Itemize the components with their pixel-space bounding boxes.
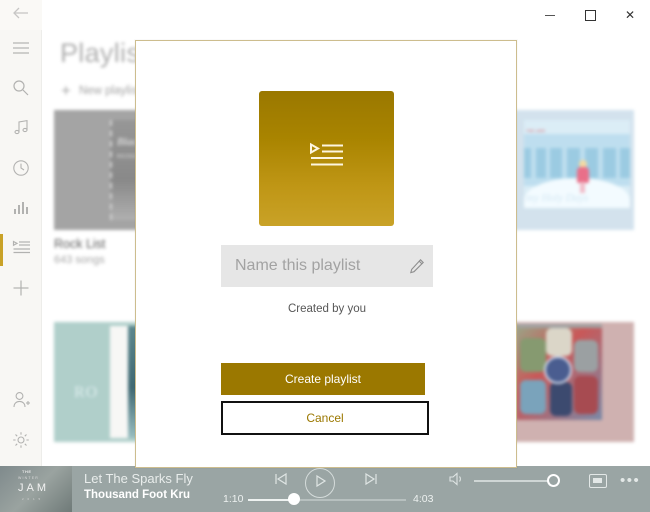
window-controls: ✕ bbox=[530, 0, 650, 30]
player-bar: THE WINTER JAM 2 0 1 5 Let The Sparks Fl… bbox=[0, 466, 650, 512]
volume-slider-knob[interactable] bbox=[547, 474, 560, 487]
playlist-card-group[interactable] bbox=[514, 322, 634, 442]
album-art-line-main: JAM bbox=[18, 482, 49, 494]
clock-icon bbox=[12, 159, 30, 182]
sidebar-item-settings[interactable] bbox=[0, 422, 42, 462]
album-art: THE LAKE my Holy Days bbox=[514, 110, 634, 230]
gear-icon bbox=[12, 431, 30, 454]
sidebar-item-my-music[interactable] bbox=[0, 110, 42, 150]
create-playlist-dialog: Name this playlist Created by you Create… bbox=[135, 40, 517, 468]
cast-device-icon[interactable] bbox=[589, 474, 607, 488]
seek-slider-fill bbox=[248, 499, 292, 501]
playlist-icon bbox=[309, 142, 345, 175]
cancel-button[interactable]: Cancel bbox=[221, 401, 429, 435]
sidebar-item-now-playing[interactable] bbox=[0, 190, 42, 230]
now-playing-artist: Thousand Foot Kru bbox=[84, 489, 191, 501]
play-icon bbox=[314, 474, 327, 493]
skater-figure bbox=[576, 160, 590, 194]
sidebar-item-search[interactable] bbox=[0, 70, 42, 110]
music-note-icon bbox=[13, 119, 30, 141]
playlist-name-input[interactable]: Name this playlist bbox=[221, 245, 433, 287]
title-bar: ✕ bbox=[0, 0, 650, 30]
create-playlist-button[interactable]: Create playlist bbox=[221, 363, 425, 395]
more-options-icon[interactable]: ••• bbox=[620, 473, 640, 488]
pencil-edit-icon[interactable] bbox=[407, 256, 427, 276]
album-art-line-sub: WINTER bbox=[18, 476, 40, 480]
playlist-thumbnail[interactable] bbox=[259, 91, 394, 226]
music-app-window: Playlist + New playlist Black REDEEM THE… bbox=[0, 0, 650, 512]
created-by-label: Created by you bbox=[288, 303, 366, 315]
sidebar-item-recent[interactable] bbox=[0, 150, 42, 190]
plus-icon bbox=[12, 279, 30, 302]
sidebar-item-new-playlist[interactable] bbox=[0, 270, 42, 310]
album-art-line-foot: 2 0 1 5 bbox=[22, 497, 42, 501]
person-add-icon bbox=[12, 391, 31, 414]
album-art-text-primary: THE LAKE bbox=[526, 128, 546, 133]
seek-slider-knob[interactable] bbox=[288, 493, 300, 505]
minimize-button[interactable] bbox=[530, 0, 570, 30]
volume-icon bbox=[448, 471, 466, 491]
equalizer-icon bbox=[12, 201, 30, 220]
album-art-text-primary: RO bbox=[74, 384, 99, 401]
now-playing-title: Let The Sparks Fly bbox=[84, 471, 193, 486]
back-arrow-icon bbox=[12, 6, 30, 25]
sidebar-item-menu[interactable] bbox=[0, 30, 42, 70]
play-button[interactable] bbox=[305, 468, 335, 498]
close-button[interactable]: ✕ bbox=[610, 0, 650, 30]
playlist-icon bbox=[12, 240, 31, 260]
next-track-icon bbox=[363, 472, 379, 491]
previous-track-icon bbox=[273, 472, 289, 491]
album-art-text-secondary: my Holy Days bbox=[526, 192, 589, 204]
back-button[interactable] bbox=[0, 0, 42, 30]
new-playlist-button[interactable]: + New playlist bbox=[61, 82, 140, 99]
sidebar-item-account[interactable] bbox=[0, 382, 42, 422]
playlist-card-winter[interactable]: THE LAKE my Holy Days bbox=[514, 110, 634, 230]
volume-button[interactable] bbox=[448, 471, 466, 491]
maximize-button[interactable] bbox=[570, 0, 610, 30]
now-playing-album-art[interactable]: THE WINTER JAM 2 0 1 5 bbox=[0, 466, 72, 512]
album-art bbox=[514, 322, 634, 442]
total-time: 4:03 bbox=[413, 493, 434, 505]
sidebar bbox=[0, 0, 42, 466]
hamburger-menu-icon bbox=[12, 41, 30, 60]
album-art-line-top: THE bbox=[22, 469, 32, 474]
elapsed-time: 1:10 bbox=[223, 493, 244, 505]
search-icon bbox=[12, 79, 30, 102]
previous-track-button[interactable] bbox=[272, 472, 290, 490]
new-playlist-label: New playlist bbox=[78, 84, 141, 97]
playlist-name-placeholder: Name this playlist bbox=[235, 257, 361, 274]
next-track-button[interactable] bbox=[362, 472, 380, 490]
sidebar-item-playlists[interactable] bbox=[0, 230, 42, 270]
volume-slider-track[interactable] bbox=[474, 480, 554, 482]
plus-icon: + bbox=[61, 81, 71, 100]
